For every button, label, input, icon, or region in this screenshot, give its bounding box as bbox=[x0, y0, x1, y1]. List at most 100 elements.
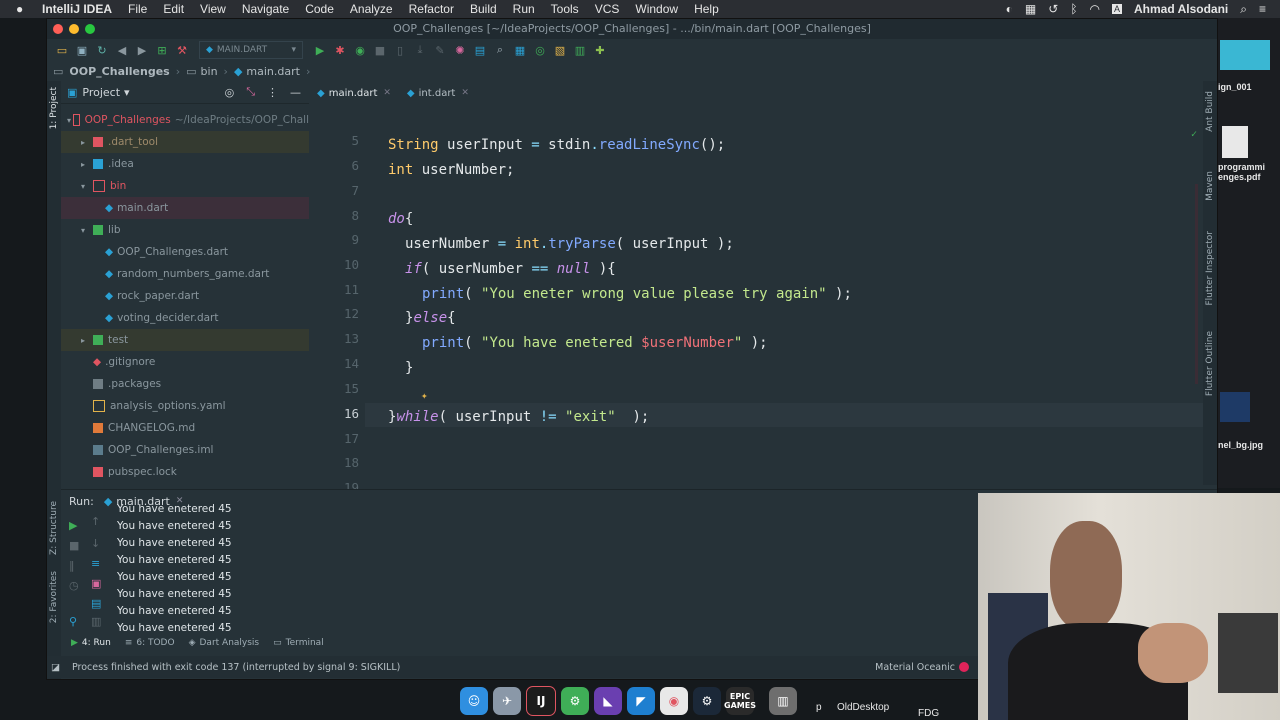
code-line-5[interactable]: String userInput = stdin.readLineSync(); bbox=[388, 133, 725, 157]
avd-icon[interactable]: ▥ bbox=[571, 41, 589, 59]
save-all-icon[interactable]: ▣ bbox=[73, 41, 91, 59]
pdf-file-icon[interactable] bbox=[1222, 126, 1248, 158]
stop-icon[interactable]: ■ bbox=[69, 539, 79, 552]
rerun-icon[interactable]: ▶ bbox=[69, 519, 77, 532]
code-line-13[interactable]: print( "You have enetered $userNumber" )… bbox=[422, 331, 768, 355]
up-arrow-icon[interactable]: ↑ bbox=[91, 515, 100, 528]
search-icon[interactable]: ⌕ bbox=[491, 41, 509, 59]
minimize-window-button[interactable] bbox=[69, 24, 79, 34]
time-machine-icon[interactable]: ↺ bbox=[1048, 2, 1058, 16]
menu-vcs[interactable]: VCS bbox=[595, 2, 620, 16]
desktop-file-label-2[interactable]: programmi enges.pdf bbox=[1218, 162, 1265, 182]
vscode-icon[interactable]: ◤ bbox=[627, 687, 655, 715]
project-panel-title[interactable]: Project bbox=[82, 86, 120, 99]
menu-view[interactable]: View bbox=[200, 2, 226, 16]
breadcrumb-file[interactable]: main.dart bbox=[246, 65, 300, 78]
run-icon[interactable]: ▶ bbox=[311, 41, 329, 59]
menu-file[interactable]: File bbox=[128, 2, 147, 16]
chrome-icon[interactable]: ◉ bbox=[660, 687, 688, 715]
tree-item-rock-paper[interactable]: ◆ rock_paper.dart bbox=[61, 285, 309, 307]
user-name[interactable]: Ahmad Alsodani bbox=[1134, 2, 1228, 16]
ant-build-tool-button[interactable]: Ant Build bbox=[1205, 91, 1215, 132]
finder-icon[interactable]: ☺ bbox=[460, 687, 488, 715]
stop-icon[interactable]: ■ bbox=[371, 41, 389, 59]
code-line-12[interactable]: }else{ bbox=[405, 306, 456, 330]
tree-item-analysis-options[interactable]: analysis_options.yaml bbox=[61, 395, 309, 417]
tree-item-random-numbers[interactable]: ◆ random_numbers_game.dart bbox=[61, 263, 309, 285]
code-line-9[interactable]: userNumber = int.tryParse( userInput ); bbox=[405, 232, 734, 256]
code-line-16[interactable]: }while( userInput != "exit" ); bbox=[388, 405, 649, 429]
attach-icon[interactable]: ▯ bbox=[391, 41, 409, 59]
keyboard-icon[interactable]: ▦ bbox=[1025, 2, 1036, 16]
tab-main-dart[interactable]: ◆ main.dart ✕ bbox=[309, 81, 399, 107]
android-studio-icon[interactable]: ⚙ bbox=[561, 687, 589, 715]
print-icon[interactable]: ▤ bbox=[91, 597, 101, 610]
close-tab-icon[interactable]: ✕ bbox=[383, 88, 391, 98]
soft-wrap-icon[interactable]: ≡ bbox=[91, 557, 100, 570]
maven-tool-button[interactable]: Maven bbox=[1205, 171, 1215, 201]
tree-item-iml[interactable]: OOP_Challenges.iml bbox=[61, 439, 309, 461]
menu-analyze[interactable]: Analyze bbox=[350, 2, 393, 16]
tree-root[interactable]: ▾ OOP_Challenges ~/IdeaProjects/OOP_Chal… bbox=[61, 109, 309, 131]
wrench-icon[interactable]: ✎ bbox=[431, 41, 449, 59]
steam-icon[interactable]: ⚙ bbox=[693, 687, 721, 715]
chevron-down-icon[interactable]: ▾ bbox=[124, 86, 130, 99]
visual-studio-icon[interactable]: ◣ bbox=[594, 687, 622, 715]
input-source-icon[interactable]: A bbox=[1112, 4, 1123, 14]
build-icon[interactable]: ⊞ bbox=[153, 41, 171, 59]
sync-icon[interactable]: ↻ bbox=[93, 41, 111, 59]
launchpad-icon[interactable]: ✈ bbox=[493, 687, 521, 715]
tree-item-bin[interactable]: ▾ bin bbox=[61, 175, 309, 197]
pin-icon[interactable]: ⚲ bbox=[69, 615, 77, 628]
settings-gear-icon[interactable]: ✺ bbox=[451, 41, 469, 59]
favorites-tool-button[interactable]: 2: Favorites bbox=[49, 571, 59, 623]
breadcrumb-bin[interactable]: bin bbox=[201, 65, 218, 78]
hammer-icon[interactable]: ⚒ bbox=[173, 41, 191, 59]
desktop-label-olddesktop[interactable]: OldDesktop bbox=[837, 702, 889, 713]
run-config-select[interactable]: ◆ MAIN.DART ▾ bbox=[199, 41, 303, 59]
code-line-14[interactable]: } bbox=[405, 356, 413, 380]
tab-int-dart[interactable]: ◆ int.dart ✕ bbox=[399, 81, 477, 105]
menu-tools[interactable]: Tools bbox=[551, 2, 579, 16]
menu-navigate[interactable]: Navigate bbox=[242, 2, 289, 16]
desktop-image-thumbnail[interactable] bbox=[1220, 40, 1270, 70]
menu-build[interactable]: Build bbox=[470, 2, 497, 16]
code-line-10[interactable]: if( userNumber == null ){ bbox=[405, 257, 616, 281]
plugin-icon[interactable]: ✚ bbox=[591, 41, 609, 59]
desktop-file-label-3[interactable]: nel_bg.jpg bbox=[1218, 440, 1263, 450]
menu-edit[interactable]: Edit bbox=[163, 2, 184, 16]
cc-icon[interactable]: ◐ bbox=[1006, 2, 1013, 16]
flutter-outline-tool-button[interactable]: Flutter Outline bbox=[1205, 331, 1215, 396]
coverage-icon[interactable]: ◉ bbox=[351, 41, 369, 59]
hide-panel-icon[interactable]: — bbox=[290, 86, 301, 99]
close-window-button[interactable] bbox=[53, 24, 63, 34]
code-line-6[interactable]: int userNumber; bbox=[388, 158, 514, 182]
download-icon[interactable]: ⤓ bbox=[411, 41, 429, 59]
code-line-8[interactable]: do{ bbox=[388, 207, 413, 231]
flutter-inspector-tool-button[interactable]: Flutter Inspector bbox=[1205, 231, 1215, 306]
tree-item-idea[interactable]: ▸ .idea bbox=[61, 153, 309, 175]
collapse-icon[interactable]: ⤡ bbox=[246, 85, 255, 99]
close-tab-icon[interactable]: ✕ bbox=[461, 88, 469, 98]
breadcrumb-project[interactable]: OOP_Challenges bbox=[69, 65, 169, 78]
menu-refactor[interactable]: Refactor bbox=[409, 2, 454, 16]
wifi-icon[interactable]: ◠ bbox=[1090, 2, 1100, 16]
desktop-label-partial[interactable]: p bbox=[816, 702, 822, 713]
tree-item-packages[interactable]: .packages bbox=[61, 373, 309, 395]
project-structure-icon[interactable]: ▤ bbox=[471, 41, 489, 59]
back-arrow-icon[interactable]: ◀ bbox=[113, 41, 131, 59]
scrollbar-marker[interactable] bbox=[1195, 184, 1198, 384]
flutter-device-icon[interactable]: ◎ bbox=[531, 41, 549, 59]
tool-tab-run[interactable]: 4: Run bbox=[82, 638, 111, 648]
tree-item-lib[interactable]: ▾ lib bbox=[61, 219, 309, 241]
structure-tool-button[interactable]: Z: Structure bbox=[49, 501, 59, 555]
tree-item-main-dart[interactable]: ◆ main.dart bbox=[61, 197, 309, 219]
event-log-indicator[interactable] bbox=[959, 662, 969, 672]
pause-icon[interactable]: ‖ bbox=[69, 559, 75, 572]
camera-icon[interactable]: ◷ bbox=[69, 579, 79, 592]
tree-item-pubspec-lock[interactable]: pubspec.lock bbox=[61, 461, 309, 483]
tree-item-test[interactable]: ▸ test bbox=[61, 329, 309, 351]
down-arrow-icon[interactable]: ↓ bbox=[91, 537, 100, 550]
lightbulb-icon[interactable]: ✦ bbox=[421, 389, 428, 402]
apple-icon[interactable]: ● bbox=[16, 2, 34, 16]
